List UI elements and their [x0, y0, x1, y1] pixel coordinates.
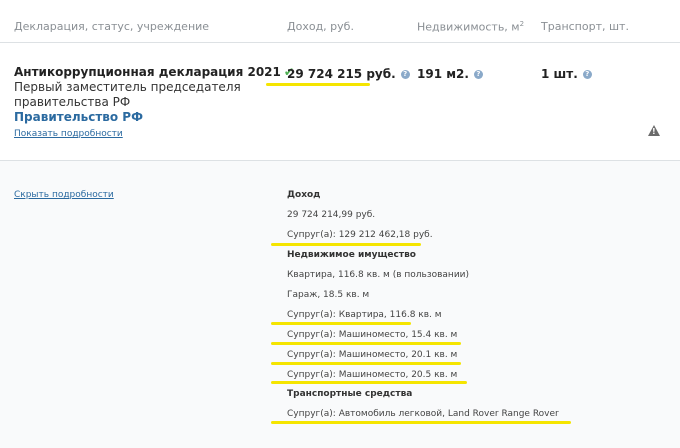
- realty-heading: Недвижимое имущество: [287, 250, 416, 260]
- warning-icon[interactable]: !: [648, 125, 660, 136]
- realty-value: 191 м2.?: [417, 67, 483, 81]
- realty-item: Гараж, 18.5 кв. м: [287, 290, 370, 300]
- declaration-title: Антикоррупционная декларация 2021 ✔: [14, 65, 294, 79]
- header-income: Доход, руб.: [287, 20, 354, 33]
- question-icon[interactable]: ?: [473, 70, 483, 79]
- realty-item: Супруг(а): Машиноместо, 20.5 кв. м: [287, 370, 458, 380]
- realty-value-text: 191 м2.: [417, 67, 469, 81]
- header-transport: Транспорт, шт.: [541, 20, 629, 33]
- realty-item: Супруг(а): Машиноместо, 15.4 кв. м: [287, 330, 458, 340]
- highlight-mark: [271, 421, 571, 424]
- realty-item: Супруг(а): Машиноместо, 20.1 кв. м: [287, 350, 458, 360]
- income-value-text: 29 724 215 руб.: [287, 67, 396, 81]
- highlight-mark: [271, 381, 467, 384]
- header-declaration: Декларация, статус, учреждение: [14, 20, 210, 33]
- table-header: Декларация, статус, учреждение Доход, ру…: [0, 0, 680, 43]
- show-details-link[interactable]: Показать подробности: [14, 129, 123, 139]
- header-realty-sup: 2: [519, 20, 525, 28]
- income-heading: Доход: [287, 190, 321, 200]
- declaration-row: Антикоррупционная декларация 2021 ✔ Первы…: [0, 43, 680, 161]
- position-text: Первый заместитель председателя правител…: [14, 80, 241, 109]
- highlight-mark: [266, 83, 370, 86]
- highlight-mark: [271, 362, 461, 365]
- income-value: 29 724 215 руб.?: [287, 67, 410, 81]
- header-realty: Недвижимость, м2: [417, 20, 524, 34]
- highlight-mark: [271, 322, 411, 325]
- highlight-mark: [271, 342, 461, 345]
- realty-item: Супруг(а): Квартира, 116.8 кв. м: [287, 310, 442, 320]
- transport-heading: Транспортные средства: [287, 389, 413, 399]
- header-realty-label: Недвижимость, м: [417, 20, 520, 34]
- transport-value-text: 1 шт.: [541, 67, 578, 81]
- highlight-mark: [271, 243, 421, 246]
- realty-item: Квартира, 116.8 кв. м (в пользовании): [287, 270, 470, 280]
- transport-value: 1 шт.?: [541, 67, 592, 81]
- question-icon[interactable]: ?: [582, 70, 592, 79]
- organization-link[interactable]: Правительство РФ: [14, 110, 143, 124]
- hide-details-link[interactable]: Скрыть подробности: [14, 190, 114, 200]
- income-own: 29 724 214,99 руб.: [287, 210, 376, 220]
- question-icon[interactable]: ?: [400, 70, 410, 79]
- details-panel: [0, 161, 680, 448]
- transport-item: Супруг(а): Автомобиль легковой, Land Rov…: [287, 409, 559, 419]
- declaration-title-text: Антикоррупционная декларация 2021: [14, 65, 281, 79]
- income-spouse: Супруг(а): 129 212 462,18 руб.: [287, 230, 433, 240]
